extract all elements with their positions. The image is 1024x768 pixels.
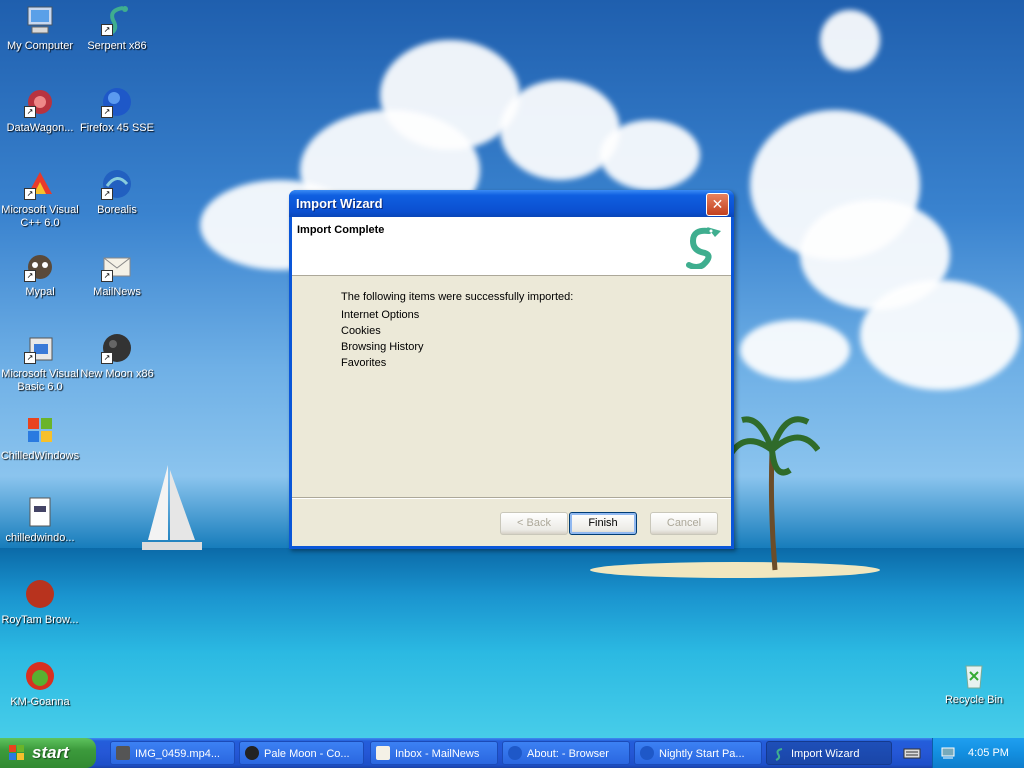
desktop-icon-label: ChilledWindows [0, 450, 80, 462]
nightly-icon [640, 746, 654, 760]
desktop-icon-borealis[interactable]: ↗ Borealis [77, 168, 157, 217]
wizard-page-title: Import Complete [297, 224, 385, 236]
taskbar-button-import-wizard[interactable]: Import Wizard [766, 741, 892, 765]
desktop-icon-label: chilledwindo... [5, 532, 75, 544]
desktop-icon-label: Mypal [25, 286, 55, 298]
network-icon[interactable] [941, 745, 955, 759]
desktop-icon-label: Microsoft Visual Basic 6.0 [1, 368, 79, 393]
desktop-icon-label: New Moon x86 [80, 368, 154, 380]
desktop-icon-newmoon[interactable]: ↗ New Moon x86 [77, 332, 157, 381]
desktop-icon-label: Microsoft Visual C++ 6.0 [1, 204, 79, 229]
desktop-icon-msvc[interactable]: ↗ Microsoft Visual C++ 6.0 [0, 168, 80, 230]
imported-item: Favorites [341, 357, 387, 369]
taskbar-button-nightly[interactable]: Nightly Start Pa... [634, 741, 762, 765]
finish-button[interactable]: Finish [569, 512, 637, 535]
recycle-bin-icon [958, 658, 990, 690]
desktop-icon-datawagon[interactable]: ↗ DataWagon... [0, 86, 80, 135]
wizard-header: Import Complete [292, 217, 731, 276]
import-summary-text: The following items were successfully im… [341, 291, 574, 303]
system-tray: 4:05 PM [932, 738, 1024, 768]
sailboat [142, 465, 202, 550]
visual-basic-icon: ↗ [24, 332, 56, 364]
wizard-body: The following items were successfully im… [292, 276, 731, 371]
desktop-icon-serpent[interactable]: ↗ Serpent x86 [77, 4, 157, 53]
task-label: Inbox - MailNews [395, 748, 480, 760]
keyboard-icon[interactable] [900, 741, 924, 765]
roytam-browser-icon [24, 578, 56, 610]
browser-icon [508, 746, 522, 760]
mail-icon: ↗ [101, 250, 133, 282]
desktop-icon-label: Firefox 45 SSE [80, 122, 154, 134]
mypal-icon: ↗ [24, 250, 56, 282]
desktop-icon-firefox[interactable]: ↗ Firefox 45 SSE [77, 86, 157, 135]
desktop-icon-label: DataWagon... [6, 122, 74, 134]
taskbar-button-pale-moon[interactable]: Pale Moon - Co... [239, 741, 364, 765]
desktop-icon-label: Recycle Bin [944, 694, 1004, 706]
desktop-icon-label: Borealis [97, 204, 137, 216]
desktop-icon-label: RoyTam Brow... [1, 614, 79, 626]
desktop-icon-recycle-bin[interactable]: Recycle Bin [934, 658, 1014, 707]
desktop-icon-label: KM-Goanna [10, 696, 70, 708]
import-wizard-dialog: Import Wizard ✕ Import Complete The foll… [289, 190, 734, 549]
km-goanna-icon [24, 660, 56, 692]
mail-icon [376, 746, 390, 760]
windows-flag-icon [24, 414, 56, 446]
video-file-icon [116, 746, 130, 760]
clock[interactable]: 4:05 PM [968, 747, 1009, 759]
dialog-titlebar[interactable]: Import Wizard ✕ [289, 190, 734, 217]
close-button[interactable]: ✕ [706, 193, 729, 216]
serpent-logo-icon [679, 223, 723, 270]
desktop-icon-label: Serpent x86 [87, 40, 147, 52]
file-icon [24, 496, 56, 528]
borealis-icon: ↗ [101, 168, 133, 200]
taskbar-button-mailnews[interactable]: Inbox - MailNews [370, 741, 498, 765]
desktop-icon-label: MailNews [93, 286, 141, 298]
task-label: IMG_0459.mp4... [135, 748, 220, 760]
desktop-icon-roytam[interactable]: RoyTam Brow... [0, 578, 80, 627]
imported-item: Internet Options [341, 309, 420, 321]
new-moon-icon: ↗ [101, 332, 133, 364]
task-label: Pale Moon - Co... [264, 748, 350, 760]
desktop-icon-chilledwindows[interactable]: ChilledWindows [0, 414, 80, 463]
imported-item: Cookies [341, 325, 381, 337]
palm-tree [730, 416, 820, 571]
dialog-client-area: Import Complete The following items were… [292, 217, 731, 546]
desktop-icon-my-computer[interactable]: My Computer [0, 4, 80, 53]
task-label: Nightly Start Pa... [659, 748, 745, 760]
taskbar-button-img0459[interactable]: IMG_0459.mp4... [110, 741, 235, 765]
desktop-icon-mypal[interactable]: ↗ Mypal [0, 250, 80, 299]
button-separator [292, 497, 731, 499]
windows-flag-icon [9, 745, 25, 761]
imported-item: Browsing History [341, 341, 424, 353]
desktop-icon-label: My Computer [6, 40, 74, 52]
back-button[interactable]: < Back [500, 512, 568, 535]
task-label: About: - Browser [527, 748, 609, 760]
cancel-button[interactable]: Cancel [650, 512, 718, 535]
start-button[interactable]: start [0, 738, 96, 768]
desktop-icon-msvb[interactable]: ↗ Microsoft Visual Basic 6.0 [0, 332, 80, 394]
task-label: Import Wizard [791, 748, 860, 760]
desktop-icon-mailnews[interactable]: ↗ MailNews [77, 250, 157, 299]
pale-moon-icon [245, 746, 259, 760]
computer-icon [24, 4, 56, 36]
serpent-icon [772, 746, 786, 761]
firefox-icon: ↗ [101, 86, 133, 118]
taskbar: start IMG_0459.mp4... Pale Moon - Co... … [0, 738, 1024, 768]
serpent-icon: ↗ [101, 4, 133, 36]
visual-cpp-icon: ↗ [24, 168, 56, 200]
close-icon: ✕ [711, 196, 724, 212]
desktop-icon-chilledwindo-file[interactable]: chilledwindo... [0, 496, 80, 545]
dialog-title: Import Wizard [296, 196, 383, 211]
taskbar-button-browser[interactable]: About: - Browser [502, 741, 630, 765]
datawagon-icon: ↗ [24, 86, 56, 118]
desktop-icon-kmgoanna[interactable]: KM-Goanna [0, 660, 80, 709]
start-label: start [32, 743, 69, 762]
